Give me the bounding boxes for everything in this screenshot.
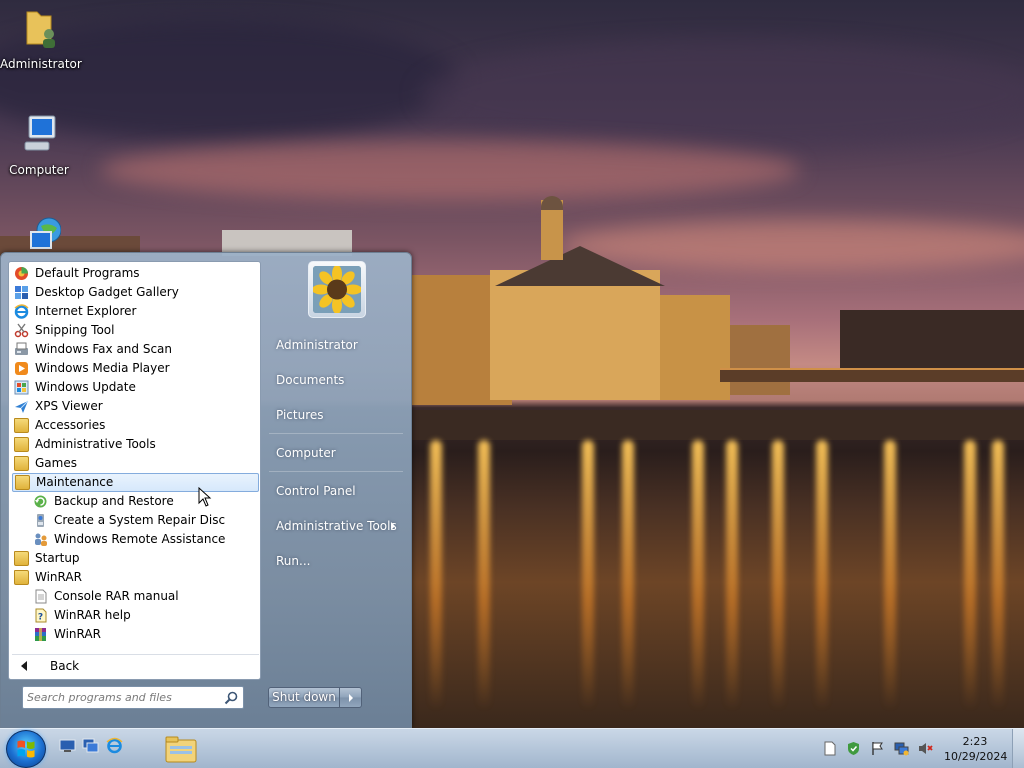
media-player-icon (15, 362, 28, 375)
right-item-documents[interactable]: Documents (265, 365, 407, 395)
explorer-folder-icon (165, 736, 197, 763)
document-icon (35, 589, 47, 604)
document-icon[interactable] (822, 741, 837, 756)
folder-open-icon (15, 475, 30, 490)
folder-icon (14, 437, 29, 452)
folder-startup[interactable]: Startup (12, 549, 259, 568)
folder-winrar[interactable]: WinRAR (12, 568, 259, 587)
right-item-administrator[interactable]: Administrator (265, 330, 407, 360)
windows-update-icon (14, 380, 29, 395)
folder-icon (14, 456, 29, 471)
ie-icon[interactable] (106, 737, 123, 754)
program-xps-viewer[interactable]: XPS Viewer (12, 397, 259, 416)
folder-icon (14, 551, 29, 566)
gadget-icon (15, 286, 28, 299)
windows-logo-icon (17, 740, 35, 758)
program-windows-media-player[interactable]: Windows Media Player (12, 359, 259, 378)
help-icon: ? (35, 608, 47, 623)
user-folder-icon (26, 11, 55, 48)
user-avatar[interactable] (308, 261, 366, 318)
back-button[interactable]: Back (12, 654, 259, 674)
remote-assistance-icon (35, 533, 47, 546)
computer-icon (24, 115, 56, 151)
program-winrar[interactable]: WinRAR (12, 625, 259, 644)
backup-icon (34, 495, 47, 508)
repair-disc-icon (37, 514, 44, 527)
program-snipping-tool[interactable]: Snipping Tool (12, 321, 259, 340)
right-item-pictures[interactable]: Pictures (265, 400, 407, 430)
taskbar: 2:23 10/29/2024 (0, 728, 1024, 768)
network-icon (30, 217, 62, 249)
folder-icon (14, 570, 29, 585)
program-windows-fax-and-scan[interactable]: Windows Fax and Scan (12, 340, 259, 359)
mouse-cursor-icon (198, 487, 212, 507)
folder-administrative-tools[interactable]: Administrative Tools (12, 435, 259, 454)
desktop-icon-label: Administrator (0, 57, 82, 71)
right-item-run[interactable]: Run... (265, 546, 407, 576)
right-item-control-panel[interactable]: Control Panel (265, 476, 407, 506)
back-arrow-icon (21, 661, 27, 671)
xps-icon (15, 400, 29, 413)
program-default-programs[interactable]: Default Programs (12, 264, 259, 283)
folder-accessories[interactable]: Accessories (12, 416, 259, 435)
show-desktop-button[interactable] (1012, 729, 1024, 768)
search-input[interactable] (27, 689, 217, 706)
network-icon[interactable] (894, 741, 909, 756)
shutdown-button[interactable]: Shut down (268, 687, 340, 708)
switch-windows-icon[interactable] (82, 737, 99, 754)
ie-icon (14, 304, 29, 319)
separator (269, 433, 403, 434)
explorer-taskbar-button[interactable] (162, 732, 200, 767)
program-windows-update[interactable]: Windows Update (12, 378, 259, 397)
search-box[interactable] (22, 686, 244, 709)
winrar-icon (35, 628, 46, 641)
desktop-icon-administrator[interactable]: Administrator (0, 6, 82, 71)
folder-maintenance[interactable]: Maintenance (12, 473, 259, 492)
program-winrar-help[interactable]: ? WinRAR help (12, 606, 259, 625)
desktop-icon-computer[interactable]: Computer (0, 112, 78, 177)
scissors-icon (14, 323, 29, 338)
volume-muted-icon[interactable] (918, 741, 933, 756)
system-clock[interactable]: 2:23 10/29/2024 (944, 734, 1008, 764)
folder-icon (14, 418, 29, 433)
shutdown-options-button[interactable] (340, 687, 362, 708)
action-center-flag-icon[interactable] (870, 741, 885, 756)
desktop-icon-label: Computer (9, 163, 69, 177)
show-desktop-icon[interactable] (59, 737, 76, 754)
start-button[interactable] (6, 730, 46, 768)
security-icon[interactable] (846, 741, 861, 756)
program-desktop-gadget-gallery[interactable]: Desktop Gadget Gallery (12, 283, 259, 302)
default-programs-icon (15, 267, 28, 280)
program-internet-explorer[interactable]: Internet Explorer (12, 302, 259, 321)
program-windows-remote-assistance[interactable]: Windows Remote Assistance (12, 530, 259, 549)
separator (269, 471, 403, 472)
program-console-rar-manual[interactable]: Console RAR manual (12, 587, 259, 606)
folder-games[interactable]: Games (12, 454, 259, 473)
right-item-computer[interactable]: Computer (265, 438, 407, 468)
submenu-arrow-icon (391, 522, 395, 530)
chevron-right-icon (349, 694, 353, 702)
svg-text:?: ? (38, 613, 43, 623)
search-icon[interactable] (223, 690, 239, 706)
program-create-system-repair-disc[interactable]: Create a System Repair Disc (12, 511, 259, 530)
all-programs-list: Default Programs Desktop Gadget Gallery … (8, 261, 261, 680)
sunflower-avatar-icon (313, 266, 361, 313)
right-item-administrative-tools[interactable]: Administrative Tools (265, 511, 407, 541)
clock-date: 10/29/2024 (944, 750, 1008, 763)
fax-icon (15, 342, 28, 355)
clock-time: 2:23 (962, 735, 988, 748)
program-backup-and-restore[interactable]: Backup and Restore (12, 492, 259, 511)
